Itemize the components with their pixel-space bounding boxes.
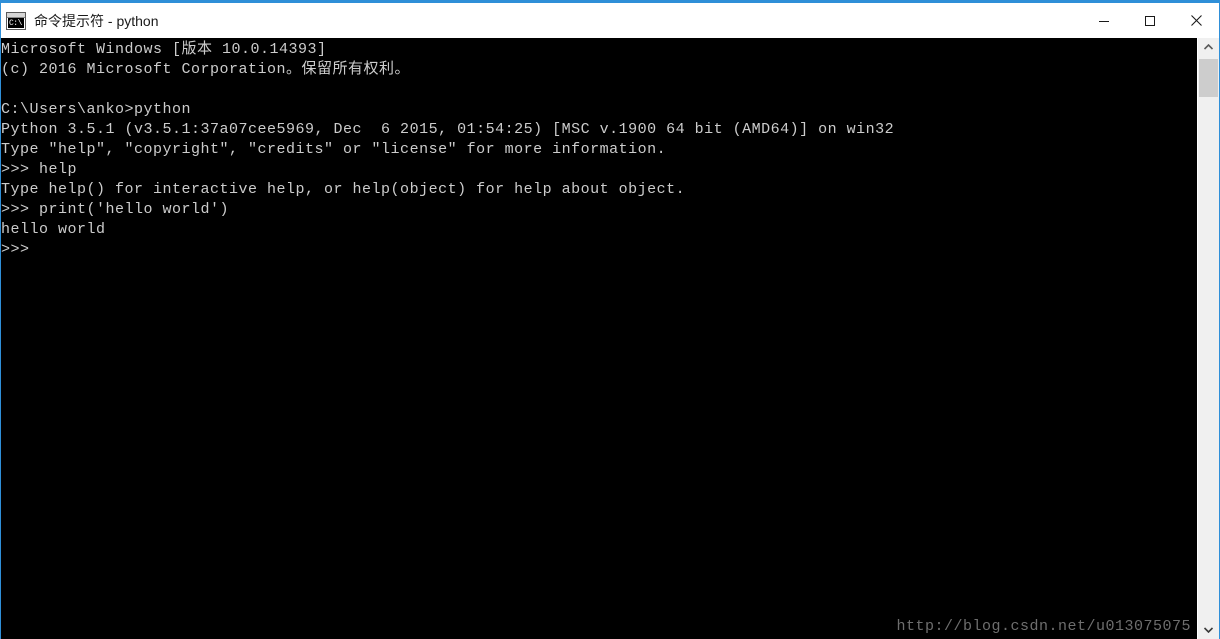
console-line: (c) 2016 Microsoft Corporation。保留所有权利。 bbox=[1, 61, 411, 78]
window-title: 命令提示符 - python bbox=[34, 12, 159, 29]
console-line-blank bbox=[1, 80, 1197, 100]
scroll-down-arrow-icon[interactable] bbox=[1198, 621, 1219, 639]
console-scrollbar[interactable] bbox=[1197, 38, 1219, 639]
console-line: Type help() for interactive help, or hel… bbox=[1, 181, 686, 198]
scroll-up-arrow-icon[interactable] bbox=[1198, 38, 1219, 56]
console-line: Microsoft Windows [版本 10.0.14393] bbox=[1, 41, 327, 58]
console-line: Type "help", "copyright", "credits" or "… bbox=[1, 141, 667, 158]
watermark-url: http://blog.csdn.net/u013075075 bbox=[896, 618, 1191, 635]
console-text: Microsoft Windows [版本 10.0.14393] (c) 201… bbox=[1, 38, 1197, 260]
title-bar[interactable]: C:\ 命令提示符 - python bbox=[1, 3, 1219, 38]
cmd-window: C:\ 命令提示符 - python Microsoft Windows [版本… bbox=[0, 0, 1220, 639]
console-output-area[interactable]: Microsoft Windows [版本 10.0.14393] (c) 201… bbox=[1, 38, 1197, 639]
console-line: C:\Users\anko>python bbox=[1, 101, 192, 118]
console-line: Python 3.5.1 (v3.5.1:37a07cee5969, Dec 6… bbox=[1, 121, 895, 138]
scrollbar-thumb[interactable] bbox=[1199, 59, 1218, 97]
title-bar-left: C:\ 命令提示符 - python bbox=[1, 11, 1081, 31]
window-controls bbox=[1081, 3, 1219, 38]
console-line: hello world bbox=[1, 221, 106, 238]
minimize-button[interactable] bbox=[1081, 3, 1127, 38]
cmd-console-icon: C:\ bbox=[6, 11, 26, 30]
cmd-icon-screen-text: C:\ bbox=[8, 17, 24, 28]
console-line: >>> help bbox=[1, 161, 78, 178]
console-line: >>> print('hello world') bbox=[1, 201, 230, 218]
close-button[interactable] bbox=[1173, 3, 1219, 38]
maximize-button[interactable] bbox=[1127, 3, 1173, 38]
console-prompt-line: >>> bbox=[1, 241, 30, 258]
